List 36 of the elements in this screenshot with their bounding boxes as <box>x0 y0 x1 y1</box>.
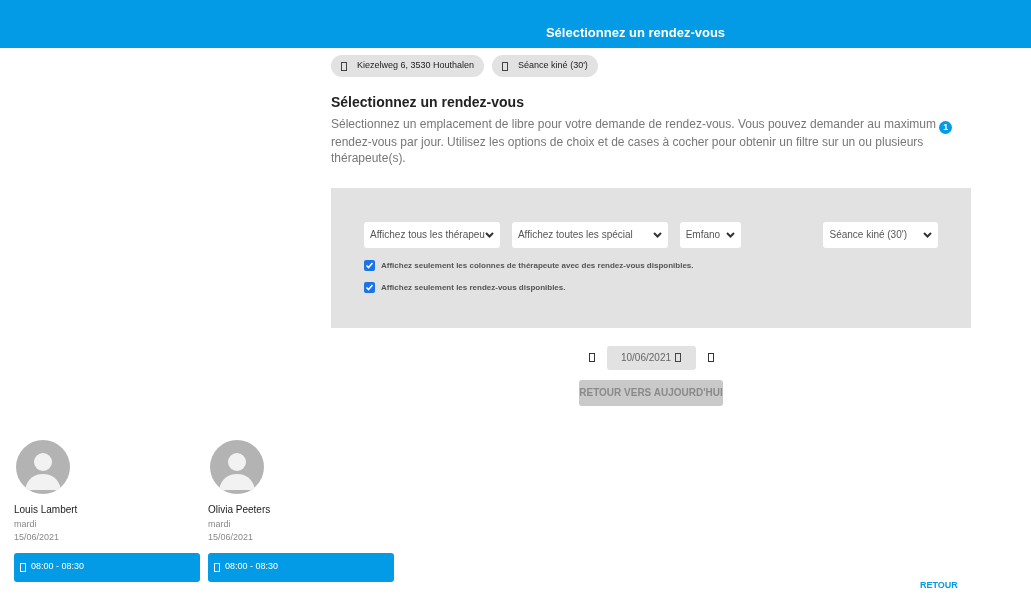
header-title: Sélectionnez un rendez-vous <box>545 23 726 42</box>
count-badge: 1 <box>939 120 953 134</box>
glyph-box-icon <box>588 353 595 362</box>
dropdown-select[interactable]: Séance kiné (30') <box>823 221 938 248</box>
avatar-placeholder <box>210 439 264 494</box>
day-text: mardi <box>14 517 38 531</box>
filter-chip[interactable]: Kiezelweg 6, 3530 Houthalen <box>331 55 485 77</box>
glyph-box-icon <box>502 61 509 71</box>
day-text: mardi <box>208 517 232 531</box>
chevron-down-icon <box>726 231 736 238</box>
next-button[interactable] <box>707 353 714 362</box>
therapist-name: Olivia Peeters <box>208 502 272 517</box>
chevron-down-icon <box>923 231 932 238</box>
checkbox-label: Affichez seulement les colonnes de thérapeute avec des rendez-vous disponibles. <box>381 259 694 272</box>
date-field[interactable]: 10/06/2021 <box>606 345 696 370</box>
previous-button[interactable] <box>588 353 595 362</box>
therapist-name: Louis Lambert <box>14 502 79 517</box>
avatar-placeholder <box>16 439 70 494</box>
checkbox[interactable] <box>364 282 375 293</box>
glyph-box-icon <box>20 562 26 572</box>
instructions-text: Sélectionnez un emplacement de libre pour votre demande de rendez-vous. Vous pouvez demander au maximum 1 rendez-vous par jour. Utilisez les options de choix et de cases à cocher pour obtenir un filtre sur un ou plusieurs thérapeute(s). <box>331 116 971 166</box>
dropdown-select[interactable]: Affichez tous les thérapeu <box>364 221 500 248</box>
dropdown-select[interactable]: Emfano <box>679 221 742 248</box>
checkbox-label: Affichez seulement les rendez-vous disponibles. <box>381 281 566 294</box>
glyph-box-icon <box>341 61 347 71</box>
date-text: 15/06/2021 <box>14 531 61 544</box>
glyph-box-icon <box>675 353 682 362</box>
dropdown-select[interactable]: Affichez toutes les spécial <box>511 221 668 248</box>
filter-chip[interactable]: Séance kiné (30') <box>492 55 598 77</box>
chevron-down-icon <box>484 231 494 238</box>
checkbox[interactable] <box>364 260 375 271</box>
glyph-box-icon <box>214 562 220 572</box>
glyph-box-icon <box>707 353 714 362</box>
section-title: Sélectionnez un rendez-vous <box>331 93 525 112</box>
date-text: 15/06/2021 <box>208 531 255 544</box>
chevron-down-icon <box>652 231 662 238</box>
